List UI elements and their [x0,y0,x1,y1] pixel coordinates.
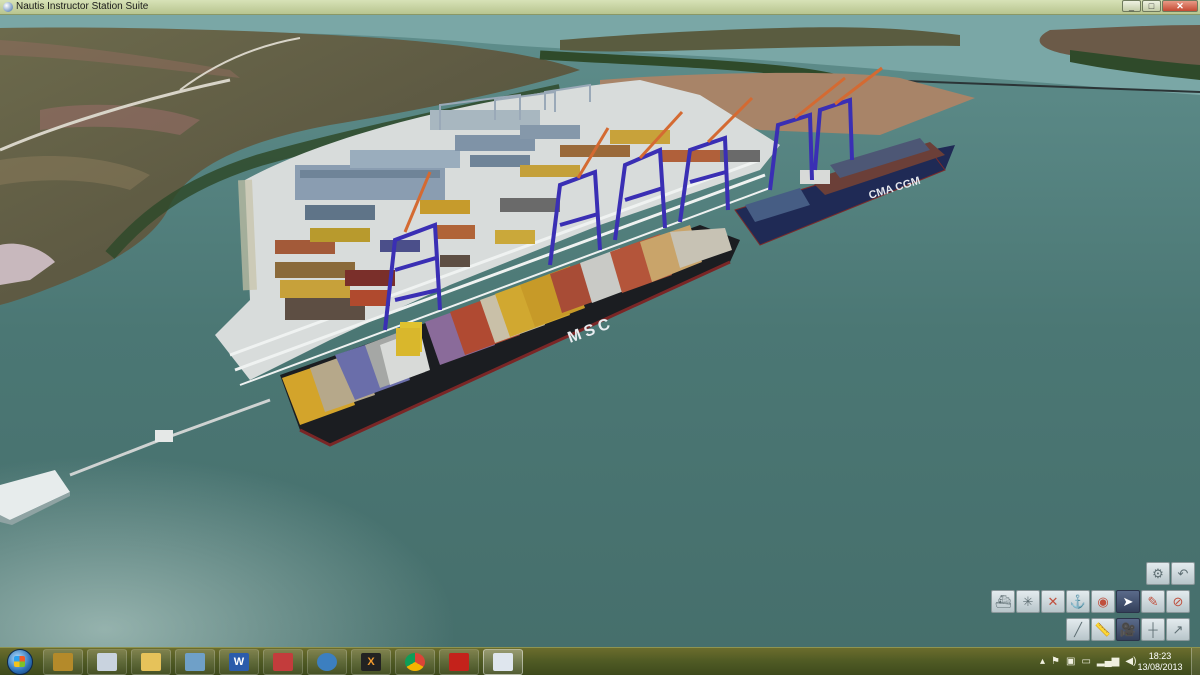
start-button[interactable] [3,648,37,675]
vessel-icon[interactable]: ⚓ [1066,590,1090,613]
arrow-tool-icon[interactable]: ↗ [1166,618,1190,641]
notes-app-icon[interactable] [175,649,215,675]
ruler-icon[interactable]: 📏 [1091,618,1115,641]
camera-icon[interactable]: 🎥 [1116,618,1140,641]
monitor-icon[interactable]: ▭ [1081,656,1090,667]
file-explorer-icon[interactable] [131,649,171,675]
show-hidden-icons-icon[interactable]: ▴ [1040,656,1045,667]
clock[interactable]: 18:23 13/08/2013 [1130,651,1190,673]
app-icon [3,2,13,12]
nautis-app-icon[interactable] [483,649,523,675]
chrome-icon[interactable] [395,649,435,675]
usb-icon[interactable]: ▣ [1066,656,1075,667]
clock-date: 13/08/2013 [1137,662,1183,672]
windows-logo-icon [7,648,33,675]
window-title-bar[interactable]: Nautis Instructor Station Suite _ □ ✕ [0,0,1200,15]
close-button[interactable]: ✕ [1162,0,1198,12]
pointer-cursor-icon[interactable]: ➤ [1116,590,1140,613]
window-title: Nautis Instructor Station Suite [16,1,149,12]
flag-icon[interactable]: ⚑ [1051,656,1060,667]
ship-view-icon[interactable]: ⛴ [991,590,1015,613]
minimize-button[interactable]: _ [1122,0,1141,12]
camera-settings-icon[interactable]: ⚙ [1146,562,1170,585]
shoreline-sand [238,179,257,291]
chart-marker-icon[interactable]: ✎ [1141,590,1165,613]
compass-star-icon[interactable]: ✳ [1016,590,1040,613]
mast-icon[interactable]: ┼ [1141,618,1165,641]
port-scene: CMA CGM MSC [0,15,1200,647]
crossed-tools-icon[interactable]: ✕ [1041,590,1065,613]
xmind-icon[interactable]: X [351,649,391,675]
simulation-viewport[interactable]: CMA CGM MSC [0,15,1200,647]
undo-arrow-icon[interactable]: ↶ [1171,562,1195,585]
calculator-icon[interactable] [87,649,127,675]
word-icon[interactable]: W [219,649,259,675]
clock-time: 18:23 [1148,651,1172,661]
network-signal-icon[interactable]: ▂▄▆ [1097,656,1119,667]
pdf-reader-icon[interactable] [439,649,479,675]
window-controls: _ □ ✕ [1121,0,1198,13]
show-desktop-button[interactable] [1191,648,1200,675]
chart-app-icon[interactable] [263,649,303,675]
simulation-toolbar: ⚙ ↶ ⛴ ✳ ✕ ⚓ ◉ ➤ ✎ ⊘ ╱ 📏 🎥 ┼ ↗ [988,562,1198,646]
mail-app-icon[interactable] [307,649,347,675]
no-entry-icon[interactable]: ⊘ [1166,590,1190,613]
archive-app-icon[interactable] [43,649,83,675]
maximize-button[interactable]: □ [1142,0,1161,12]
system-tray: ▴ ⚑ ▣ ▭ ▂▄▆ ◀) [1040,648,1136,675]
rifle-tool-icon[interactable]: ╱ [1066,618,1090,641]
taskbar: W X ▴ ⚑ ▣ ▭ ▂▄▆ ◀) 18:23 13/08/2013 [0,647,1200,675]
target-icon[interactable]: ◉ [1091,590,1115,613]
